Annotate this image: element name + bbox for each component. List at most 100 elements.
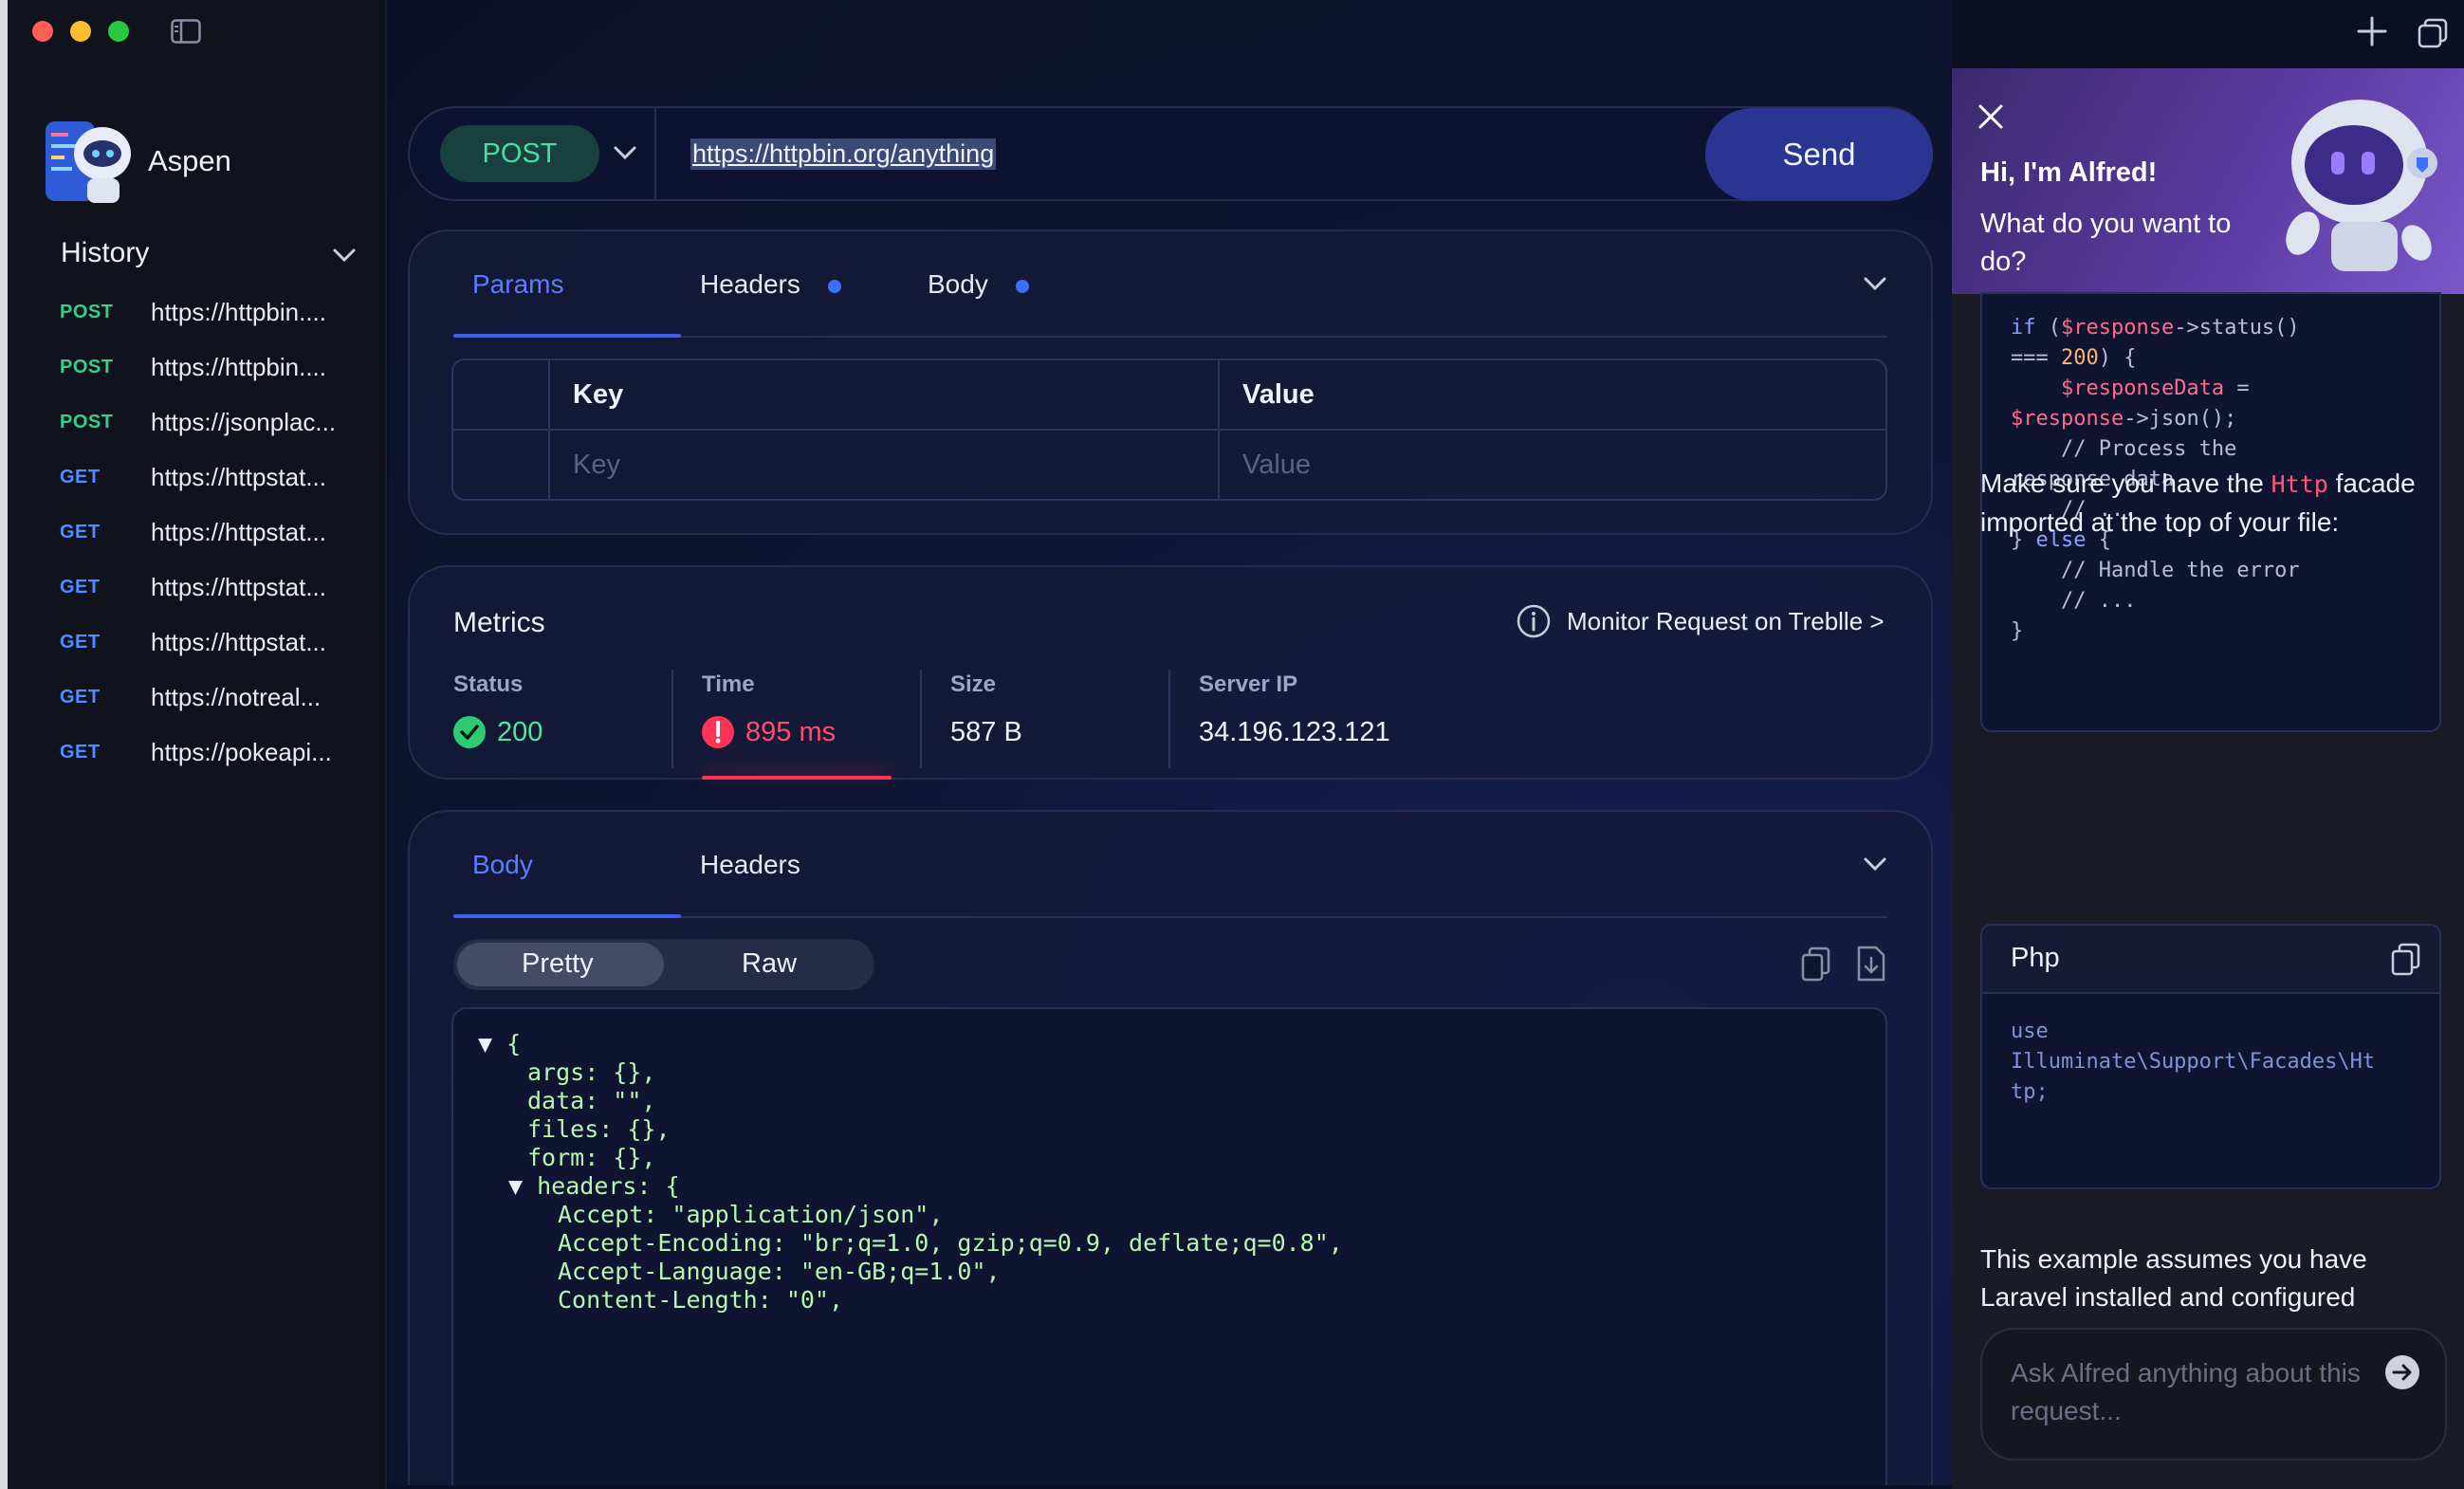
window-edge	[0, 0, 8, 1489]
method-badge: GET	[60, 466, 101, 487]
size-label: Size	[950, 671, 997, 697]
server-ip-value: 34.196.123.121	[1199, 717, 1390, 747]
json-line: files: {},	[527, 1115, 671, 1143]
sidebar: Aspen History POST https://httpbin.... PO…	[8, 0, 387, 1489]
pretty-button[interactable]: Pretty	[522, 948, 594, 980]
row-divider	[453, 429, 1885, 431]
key-header: Key	[573, 379, 624, 410]
method-badge: POST	[60, 301, 114, 322]
history-heading[interactable]: History	[61, 237, 149, 269]
active-tab-indicator	[453, 914, 681, 918]
params-table: Key Value Key Value	[451, 358, 1887, 501]
chevron-down-icon[interactable]	[1861, 269, 1889, 298]
method-badge: GET	[60, 686, 101, 708]
alfred-header: Hi, I'm Alfred! What do you want to do?	[1952, 68, 2464, 294]
chevron-down-icon[interactable]	[1861, 850, 1889, 878]
close-icon[interactable]	[1977, 102, 2005, 131]
ask-alfred-input[interactable]: Ask Alfred anything about this request..…	[1980, 1328, 2447, 1461]
history-url: https://pokeapi...	[151, 737, 332, 766]
php-code-header: Php	[1982, 926, 2439, 994]
divider	[671, 670, 673, 768]
key-input[interactable]: Key	[573, 450, 620, 481]
column-divider	[1218, 360, 1220, 499]
collapse-caret-icon[interactable]: ▼	[478, 1030, 506, 1057]
monitor-treblle-link[interactable]: Monitor Request on Treblle >	[1567, 607, 1885, 636]
aspen-logo-icon	[46, 121, 131, 203]
history-item[interactable]: GET https://pokeapi...	[60, 725, 373, 780]
json-line: Accept-Language: "en-GB;q=1.0",	[558, 1258, 1001, 1285]
history-url: https://httpstat...	[151, 462, 326, 491]
error-circle-icon	[702, 716, 734, 748]
chevron-down-icon[interactable]	[611, 138, 639, 167]
json-line[interactable]: ▼ {	[478, 1030, 521, 1057]
history-item[interactable]: GET https://httpstat...	[60, 505, 373, 560]
body-indicator-dot	[1016, 280, 1029, 293]
minimize-window-button[interactable]	[70, 21, 91, 42]
method-badge: POST	[60, 411, 114, 432]
history-item[interactable]: GET https://httpstat...	[60, 450, 373, 505]
method-badge: POST	[60, 356, 114, 377]
php-import-code: use Illuminate\Support\Facades\Ht tp;	[2011, 1020, 2376, 1104]
divider	[654, 108, 656, 201]
chevron-down-icon[interactable]	[330, 241, 359, 269]
history-url: https://httpstat...	[151, 627, 326, 656]
method-badge: GET	[60, 521, 101, 542]
send-button[interactable]: Send	[1705, 108, 1933, 201]
tab-params[interactable]: Params	[472, 269, 563, 300]
bottom-edge	[389, 1485, 1952, 1489]
tab-headers[interactable]: Headers	[700, 269, 800, 300]
json-line: form: {},	[527, 1144, 656, 1171]
value-input[interactable]: Value	[1242, 450, 1311, 481]
method-select[interactable]: POST	[440, 125, 599, 182]
alfred-question: What do you want to do?	[1980, 209, 2232, 277]
check-circle-icon	[453, 716, 486, 748]
json-line[interactable]: ▼ headers: {	[508, 1172, 680, 1200]
app-name: Aspen	[148, 144, 231, 177]
headers-indicator-dot	[828, 280, 841, 293]
url-input[interactable]: https://httpbin.org/anything	[690, 138, 997, 170]
status-label: Status	[453, 671, 524, 697]
ask-alfred-placeholder: Ask Alfred anything about this request..…	[2011, 1358, 2361, 1425]
alfred-greeting: Hi, I'm Alfred!	[1980, 157, 2158, 188]
method-badge: GET	[60, 741, 101, 763]
history-item[interactable]: POST https://jsonplac...	[60, 395, 373, 450]
method-badge: GET	[60, 631, 101, 653]
history-item[interactable]: GET https://notreal...	[60, 670, 373, 725]
history-url: https://httpbin....	[151, 297, 326, 326]
alfred-robot-icon	[2286, 100, 2437, 271]
history-url: https://httpstat...	[151, 517, 326, 546]
history-item[interactable]: GET https://httpstat...	[60, 615, 373, 670]
history-item[interactable]: GET https://httpstat...	[60, 560, 373, 615]
info-icon	[1517, 604, 1551, 638]
history-url: https://notreal...	[151, 682, 322, 711]
download-icon[interactable]	[1855, 945, 1887, 983]
close-window-button[interactable]	[32, 21, 53, 42]
php-code-title: Php	[2011, 943, 2060, 973]
json-line: Accept: "application/json",	[558, 1201, 944, 1228]
url-bar: POST https://httpbin.org/anything Send	[408, 106, 1933, 201]
zoom-window-button[interactable]	[108, 21, 129, 42]
history-list: POST https://httpbin.... POST https://http…	[60, 285, 373, 780]
raw-button[interactable]: Raw	[742, 948, 797, 980]
tab-body[interactable]: Body	[928, 269, 988, 300]
send-arrow-icon[interactable]	[2384, 1354, 2420, 1390]
alfred-assumption: This example assumes you have Laravel in…	[1980, 1244, 2367, 1312]
divider	[920, 670, 922, 768]
history-item[interactable]: POST https://httpbin....	[60, 285, 373, 340]
sidebar-toggle-icon[interactable]	[171, 19, 201, 44]
json-line: data: "",	[527, 1087, 656, 1114]
time-label: Time	[702, 671, 755, 697]
collapse-caret-icon[interactable]: ▼	[508, 1172, 537, 1200]
response-viewer: ▼ { args: {}, data: "", files: {}, form:…	[451, 1007, 1887, 1489]
new-tab-icon[interactable]	[2356, 15, 2388, 47]
windows-icon[interactable]	[2417, 17, 2449, 49]
json-line: args: {},	[527, 1058, 656, 1086]
copy-icon[interactable]	[2390, 943, 2422, 977]
copy-icon[interactable]	[1800, 947, 1832, 983]
method-badge: GET	[60, 576, 101, 597]
history-item[interactable]: POST https://httpbin....	[60, 340, 373, 395]
tab-response-body[interactable]: Body	[472, 850, 533, 880]
tab-response-headers[interactable]: Headers	[700, 850, 800, 880]
size-value: 587 B	[950, 717, 1022, 747]
time-warning-bar	[702, 776, 892, 780]
